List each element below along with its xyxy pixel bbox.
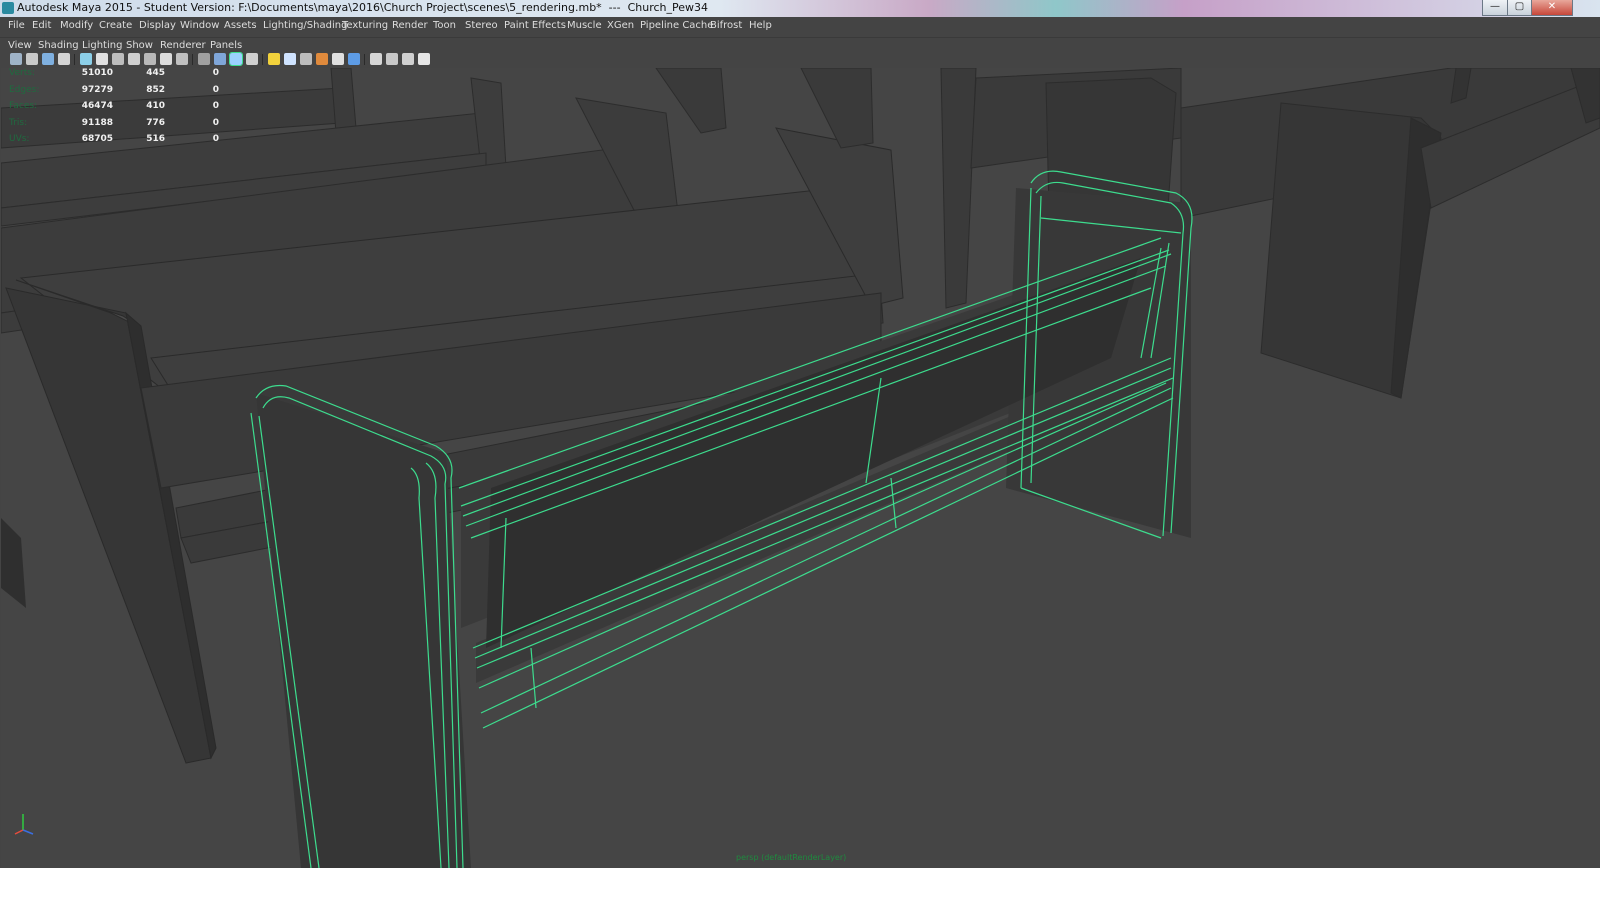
window-title: Autodesk Maya 2015 - Student Version: F:… <box>17 1 708 14</box>
hud-stat-label: Verts: <box>9 68 35 78</box>
scene-canvas[interactable] <box>1 68 1600 868</box>
panel-menu-shading[interactable]: Shading <box>38 40 79 51</box>
hud-stat-value: 445 <box>146 68 165 78</box>
hud-stat-value: 0 <box>212 68 219 78</box>
menu-modify[interactable]: Modify <box>60 20 93 31</box>
hud-stat-label: Faces: <box>9 101 38 111</box>
menu-paint-effects[interactable]: Paint Effects <box>504 20 566 31</box>
hud-stat-value: 0 <box>212 84 219 95</box>
hud-stat-value: 51010 <box>81 68 113 78</box>
menu-bifrost[interactable]: Bifrost <box>710 20 742 31</box>
toolbar-separator <box>74 54 75 65</box>
camera-attributes-icon[interactable] <box>26 53 38 65</box>
panel-menu-panels[interactable]: Panels <box>210 40 242 51</box>
menu-window[interactable]: Window <box>180 20 219 31</box>
screen-space-ao-icon[interactable] <box>300 53 312 65</box>
hud-stat-value: 0 <box>212 117 219 128</box>
field-chart-icon[interactable] <box>144 53 156 65</box>
hud-stat-label: UVs: <box>9 134 30 144</box>
film-gate-icon[interactable] <box>96 53 108 65</box>
wireframe-on-shaded-icon[interactable] <box>229 52 243 66</box>
menu-edit[interactable]: Edit <box>32 20 51 31</box>
shadows-icon[interactable] <box>284 53 296 65</box>
hud-stat-value: 97279 <box>81 84 113 95</box>
smooth-shade-icon[interactable] <box>214 53 226 65</box>
hud-stat-value: 0 <box>212 101 219 111</box>
menu-help[interactable]: Help <box>749 20 772 31</box>
gate-mask-icon[interactable] <box>128 53 140 65</box>
menu-render[interactable]: Render <box>392 20 428 31</box>
menu-toon[interactable]: Toon <box>433 20 456 31</box>
menu-display[interactable]: Display <box>139 20 176 31</box>
wireframe-icon[interactable] <box>198 53 210 65</box>
use-all-lights-icon[interactable] <box>268 53 280 65</box>
menu-xgen[interactable]: XGen <box>607 20 634 31</box>
xray-components-icon[interactable] <box>418 53 430 65</box>
menu-texturing[interactable]: Texturing <box>342 20 388 31</box>
safe-action-icon[interactable] <box>160 53 172 65</box>
minimize-button[interactable]: — <box>1482 0 1508 16</box>
select-camera-icon[interactable] <box>10 53 22 65</box>
hud-stat-value: 46474 <box>81 101 113 111</box>
panel-menu-renderer[interactable]: Renderer <box>160 40 206 51</box>
hud-stat-label: Tris: <box>9 117 28 128</box>
hud-stat-value: 0 <box>212 134 219 144</box>
panel-menu-show[interactable]: Show <box>126 40 153 51</box>
anti-aliasing-icon[interactable] <box>332 53 344 65</box>
resolution-gate-icon[interactable] <box>112 53 124 65</box>
menu-stereo[interactable]: Stereo <box>465 20 498 31</box>
hud-stat-value: 852 <box>146 84 165 95</box>
image-plane-icon[interactable] <box>58 53 70 65</box>
panel-menu-lighting[interactable]: Lighting <box>82 40 122 51</box>
xray-joints-icon[interactable] <box>402 53 414 65</box>
panel-toolbar <box>0 51 1600 68</box>
maya-window: Autodesk Maya 2015 - Student Version: F:… <box>0 0 1600 868</box>
isolate-select-icon[interactable] <box>370 53 382 65</box>
hud-stat-value: 776 <box>146 117 165 128</box>
maximize-button[interactable]: ▢ <box>1507 0 1532 16</box>
maya-app-icon <box>2 2 14 14</box>
hud-stat-value: 68705 <box>81 134 113 144</box>
grid-icon[interactable] <box>80 53 92 65</box>
hud-stat-label: Edges: <box>9 84 40 95</box>
menu-create[interactable]: Create <box>99 20 132 31</box>
menu-assets[interactable]: Assets <box>224 20 257 31</box>
toolbar-separator <box>262 54 263 65</box>
close-button[interactable]: ✕ <box>1531 0 1573 16</box>
hud-stat-value: 91188 <box>81 117 113 128</box>
perspective-viewport[interactable]: Verts: 51010 445 0 Edges: 97279 852 0 Faces: 4647… <box>1 68 1600 868</box>
menu-lighting-shading[interactable]: Lighting/Shading <box>263 20 347 31</box>
menu-muscle[interactable]: Muscle <box>567 20 602 31</box>
hud-stat-value: 410 <box>146 101 165 111</box>
safe-title-icon[interactable] <box>176 53 188 65</box>
title-bar: Autodesk Maya 2015 - Student Version: F:… <box>0 0 1600 17</box>
menu-pipeline-cache[interactable]: Pipeline Cache <box>640 20 713 31</box>
motion-blur-icon[interactable] <box>316 53 328 65</box>
toolbar-separator <box>364 54 365 65</box>
xray-icon[interactable] <box>386 53 398 65</box>
depth-of-field-icon[interactable] <box>348 53 360 65</box>
main-menubar: File Edit Modify Create Display Window A… <box>0 17 1600 36</box>
hud-stat-value: 516 <box>146 134 165 144</box>
toolbar-separator <box>192 54 193 65</box>
bookmark-icon[interactable] <box>42 53 54 65</box>
panel-menu-view[interactable]: View <box>8 40 32 51</box>
textured-icon[interactable] <box>246 53 258 65</box>
axis-gizmo-icon <box>14 814 34 835</box>
camera-name-label: persp (defaultRenderLayer) <box>736 853 847 862</box>
menu-file[interactable]: File <box>8 20 25 31</box>
